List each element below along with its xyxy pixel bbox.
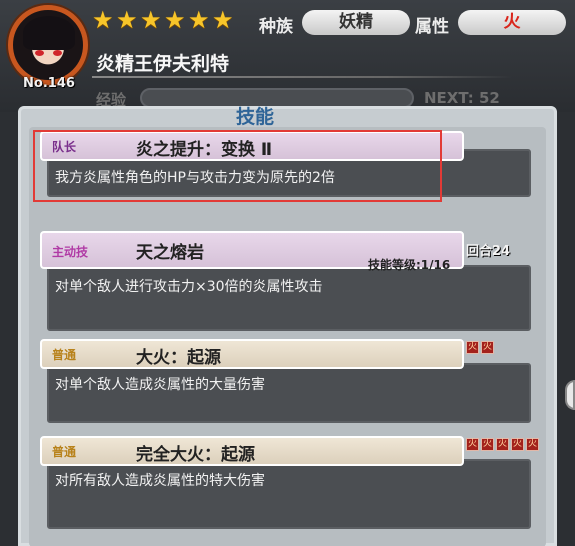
active-skill-body: 对单个敌人进行攻击力×30倍的炎属性攻击 [47,265,531,331]
active-skill-name: 天之熔岩 [136,243,204,263]
fire-element-icon: 火 [511,438,524,451]
panel-title: 技能 [236,106,275,128]
side-handle[interactable] [565,380,575,410]
name-divider [92,76,512,78]
normal-skill-2-cost: 火 火 火 火 火 [466,438,539,451]
normal-skill-1-desc: 对单个敌人造成炎属性的大量伤害 [55,377,265,393]
fire-element-icon: 火 [466,438,479,451]
avatar-hair [23,16,75,50]
character-avatar[interactable] [8,5,88,85]
character-number: No.146 [23,76,75,91]
normal-skill-1-cost: 火 火 [466,341,494,354]
skill-level: 技能等级:1/16 [368,258,451,272]
character-name: 炎精王伊夫利特 [96,53,230,75]
fire-element-icon: 火 [496,438,509,451]
fire-element-icon: 火 [466,341,479,354]
next-exp-label: NEXT: 52 [424,89,500,107]
leader-skill-highlight [33,130,442,202]
rarity-stars: ★ ★ ★ ★ ★ ★ [92,6,235,34]
skill-turn-count: 回合24 [466,244,511,259]
avatar-eye-left [35,50,44,56]
normal-skill-1-body: 对单个敌人造成炎属性的大量伤害 [47,363,531,423]
normal-skill-2-desc: 对所有敌人造成炎属性的特大伤害 [55,473,265,489]
character-header: No.146 ★ ★ ★ ★ ★ ★ 种族 妖精 属性 火 炎精王伊夫利特 经验… [0,0,575,112]
exp-bar [140,88,414,108]
normal-skill-1-name: 大火：起源 [136,348,221,368]
normal-skill-2-header[interactable]: 普通 完全大火：起源 [40,436,464,466]
fire-element-icon: 火 [481,438,494,451]
normal-skill-1-tag: 普通 [52,348,77,362]
star-icon: ★ [116,6,138,34]
fire-element-icon: 火 [526,438,539,451]
fire-element-icon: 火 [481,341,494,354]
active-skill-tag: 主动技 [52,245,89,259]
normal-skill-1-header[interactable]: 普通 大火：起源 [40,339,464,369]
race-label: 种族 [259,17,293,37]
normal-skill-2-name: 完全大火：起源 [136,445,255,465]
star-icon: ★ [140,6,162,34]
avatar-eye-right [53,50,62,56]
active-skill-desc: 对单个敌人进行攻击力×30倍的炎属性攻击 [55,279,323,295]
star-icon: ★ [212,6,234,34]
race-value: 妖精 [302,10,410,35]
normal-skill-2-body: 对所有敌人造成炎属性的特大伤害 [47,459,531,529]
star-icon: ★ [188,6,210,34]
attribute-label: 属性 [415,17,449,37]
star-icon: ★ [164,6,186,34]
attribute-value: 火 [458,10,566,35]
normal-skill-2-tag: 普通 [52,445,77,459]
star-icon: ★ [92,6,114,34]
